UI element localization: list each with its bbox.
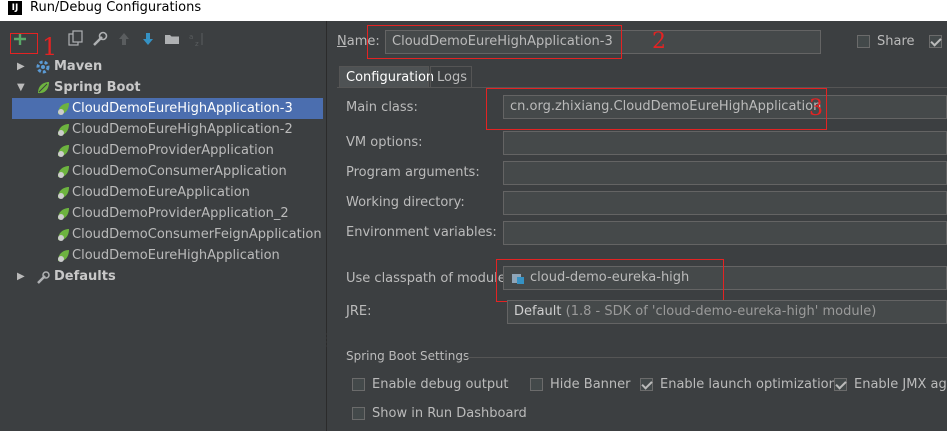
tree-item-config[interactable]: CloudDemoProviderApplication xyxy=(12,140,323,161)
spring-boot-config-icon xyxy=(55,122,71,138)
tree-item-config[interactable]: CloudDemoEureHighApplication-2 xyxy=(12,119,323,140)
environment-variables-label: Environment variables: xyxy=(346,225,497,240)
folder-icon[interactable] xyxy=(162,29,182,49)
share-checkbox[interactable] xyxy=(857,35,870,48)
main-class-label: Main class: xyxy=(346,100,418,115)
hide-banner-label: Hide Banner xyxy=(550,377,631,392)
spring-boot-config-icon xyxy=(55,185,71,201)
move-up-icon[interactable] xyxy=(114,29,134,49)
tree-item-label: CloudDemoEureApplication xyxy=(72,185,250,200)
settings-icon[interactable] xyxy=(90,29,110,49)
launch-optimization-label: Enable launch optimization xyxy=(660,377,837,392)
copy-icon[interactable] xyxy=(66,29,86,49)
tree-item-label: CloudDemoConsumerFeignApplication xyxy=(72,227,322,242)
tree-item-label: CloudDemoEureHighApplication-2 xyxy=(72,122,293,137)
annotation-box-1 xyxy=(10,33,38,54)
jmx-checkbox[interactable] xyxy=(834,378,847,391)
tab-logs[interactable]: Logs xyxy=(430,66,472,88)
annotation-number-2: 2 xyxy=(652,29,666,54)
wrench-icon xyxy=(35,269,51,285)
configuration-editor: Name: CloudDemoEureHighApplication-3 2 S… xyxy=(327,21,947,431)
environment-variables-input[interactable] xyxy=(503,221,947,245)
share-label: Share xyxy=(877,34,915,49)
program-arguments-input[interactable] xyxy=(503,161,947,185)
vm-options-input[interactable] xyxy=(503,131,947,155)
tree-group-label: Spring Boot xyxy=(54,80,141,95)
spring-boot-config-icon xyxy=(55,248,71,264)
tree-group-label: Maven xyxy=(54,59,103,74)
tree-item-config[interactable]: CloudDemoConsumerApplication xyxy=(12,161,323,182)
tree-item-config[interactable]: CloudDemoProviderApplication_2 xyxy=(12,203,323,224)
spring-boot-config-icon xyxy=(55,227,71,243)
jre-default: Default xyxy=(514,304,562,319)
intellij-logo-icon: IJ xyxy=(8,1,22,15)
collapsed-arrow-icon[interactable]: ▶ xyxy=(17,266,29,287)
tree-item-config[interactable]: CloudDemoConsumerFeignApplication xyxy=(12,224,323,245)
launch-optimization-checkbox[interactable] xyxy=(640,378,653,391)
program-arguments-label: Program arguments: xyxy=(346,165,480,180)
spring-boot-config-icon xyxy=(55,101,71,117)
tree-item-config[interactable]: CloudDemoEureHighApplication-3 xyxy=(12,98,323,119)
vm-options-label: VM options: xyxy=(346,135,423,150)
spring-boot-icon xyxy=(35,80,51,96)
tree-group-defaults[interactable]: ▶ Defaults xyxy=(0,266,326,287)
spring-boot-config-icon xyxy=(55,164,71,180)
tab-configuration[interactable]: Configuration xyxy=(339,66,434,88)
jre-detail: (1.8 - SDK of 'cloud-demo-eureka-high' m… xyxy=(565,304,877,319)
hide-banner-checkbox[interactable] xyxy=(530,378,543,391)
expanded-arrow-icon[interactable]: ▼ xyxy=(17,77,29,98)
jre-label: JRE: xyxy=(346,304,372,319)
enable-debug-checkbox[interactable] xyxy=(352,378,365,391)
working-directory-input[interactable] xyxy=(503,191,947,215)
configurations-panel: az 1 ▶ Maven ▼ Spring Boot CloudDemoEure… xyxy=(0,21,326,431)
single-instance-checkbox[interactable] xyxy=(929,35,942,48)
working-directory-label: Working directory: xyxy=(346,195,465,210)
title-bar: IJ Run/Debug Configurations xyxy=(0,0,947,21)
window-title: Run/Debug Configurations xyxy=(30,0,202,15)
classpath-module-label: Use classpath of module: xyxy=(346,271,511,286)
tree-group-maven[interactable]: ▶ Maven xyxy=(0,56,326,77)
jmx-label: Enable JMX age xyxy=(854,377,947,392)
spring-boot-config-icon xyxy=(55,206,71,222)
svg-text:z: z xyxy=(195,40,199,48)
tree-item-label: CloudDemoProviderApplication_2 xyxy=(72,206,289,221)
annotation-box-3 xyxy=(486,88,827,130)
tree-item-label: CloudDemoEureHighApplication-3 xyxy=(72,101,293,116)
sort-icon[interactable]: az xyxy=(186,29,206,49)
svg-text:a: a xyxy=(189,33,193,41)
spring-boot-config-icon xyxy=(55,143,71,159)
annotation-box-4 xyxy=(496,259,724,302)
run-dashboard-checkbox[interactable] xyxy=(352,407,365,420)
tree-item-label: CloudDemoEureHighApplication xyxy=(72,248,280,263)
section-divider xyxy=(467,357,947,358)
annotation-number-3: 3 xyxy=(809,96,823,121)
enable-debug-label: Enable debug output xyxy=(372,377,509,392)
tree-group-label: Defaults xyxy=(54,269,116,284)
annotation-box-2 xyxy=(367,25,622,59)
tree-item-config[interactable]: CloudDemoEureApplication xyxy=(12,182,323,203)
spring-boot-settings-title: Spring Boot Settings xyxy=(346,349,470,363)
run-dashboard-label: Show in Run Dashboard xyxy=(372,406,527,421)
move-down-icon[interactable] xyxy=(138,29,158,49)
tree-item-config[interactable]: CloudDemoEureHighApplication xyxy=(12,245,323,266)
collapsed-arrow-icon[interactable]: ▶ xyxy=(17,56,29,77)
tree-item-label: CloudDemoConsumerApplication xyxy=(72,164,287,179)
maven-icon xyxy=(35,59,51,75)
tree-item-label: CloudDemoProviderApplication xyxy=(72,143,274,158)
jre-select[interactable]: Default (1.8 - SDK of 'cloud-demo-eureka… xyxy=(507,300,947,324)
tree-group-spring-boot[interactable]: ▼ Spring Boot xyxy=(0,77,326,98)
